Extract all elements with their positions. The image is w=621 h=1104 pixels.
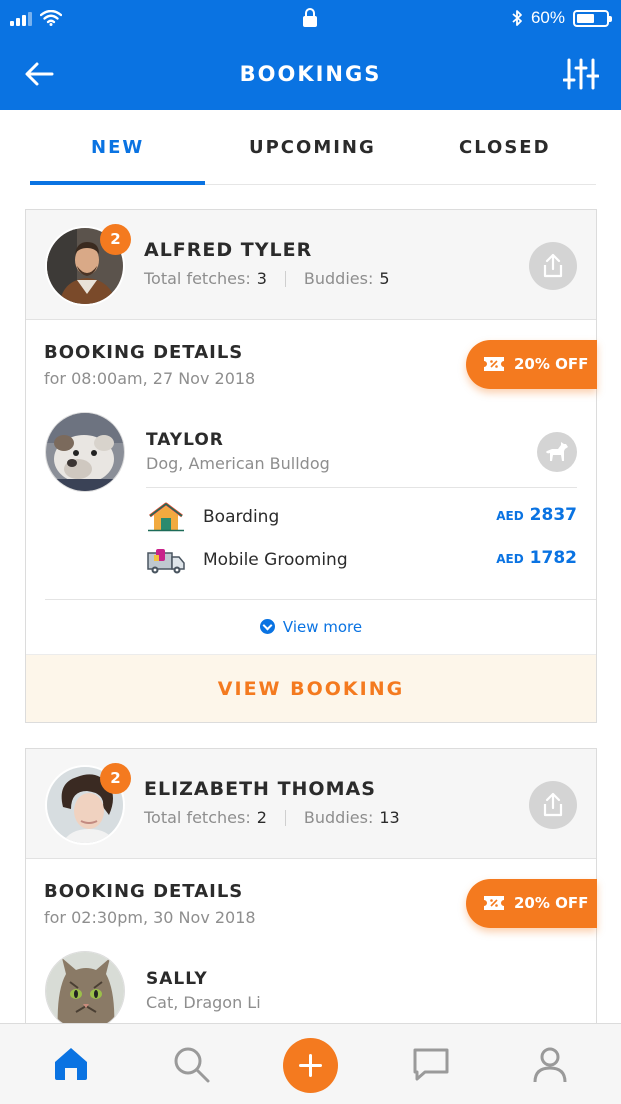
bluetooth-icon: [512, 10, 522, 26]
battery-percent: 60%: [530, 8, 565, 27]
booking-date: for 02:30pm, 30 Nov 2018: [44, 908, 256, 927]
tab-closed[interactable]: CLOSED: [459, 137, 551, 158]
view-booking-button[interactable]: VIEW BOOKING: [26, 654, 596, 722]
buddies-label: Buddies:: [303, 808, 374, 827]
fetches-count: 2: [256, 808, 267, 827]
fetches-count: 3: [256, 269, 267, 288]
buddies-count: 13: [379, 808, 400, 827]
currency-label: AED: [496, 552, 524, 566]
buddies-label: Buddies:: [303, 269, 374, 288]
pet-avatar[interactable]: [45, 412, 125, 492]
header: BOOKINGS: [0, 38, 621, 110]
pet-avatar[interactable]: [45, 951, 125, 1031]
share-button[interactable]: [529, 781, 577, 829]
wifi-icon: [40, 10, 62, 26]
notification-badge: 2: [100, 224, 131, 255]
chevron-down-icon: [259, 619, 275, 634]
price-value: 2837: [529, 505, 577, 525]
owner-name: ELIZABETH THOMAS: [144, 778, 376, 800]
search-icon[interactable]: [171, 1044, 211, 1084]
pet-breed: Dog, American Bulldog: [146, 454, 330, 473]
page-title: BOOKINGS: [239, 62, 382, 86]
service-price: AED 1782: [496, 548, 577, 568]
share-icon: [543, 253, 563, 278]
booking-details-title: BOOKING DETAILS: [44, 342, 244, 363]
price-value: 1782: [529, 548, 577, 568]
service-name: Boarding: [203, 507, 280, 527]
card-divider: [45, 599, 596, 600]
discount-label: 20% OFF: [514, 894, 589, 912]
grooming-van-icon: [147, 549, 185, 574]
currency-label: AED: [496, 509, 524, 523]
coupon-icon: [484, 357, 504, 371]
owner-avatar-wrap[interactable]: 2: [45, 763, 131, 845]
share-icon: [543, 792, 563, 817]
status-left: [10, 10, 62, 26]
active-tab-indicator: [30, 181, 205, 185]
buddies-count: 5: [379, 269, 390, 288]
lock-icon: [303, 8, 317, 27]
signal-icon: [10, 11, 32, 26]
discount-tag: 20% OFF: [466, 340, 597, 389]
stats-divider: [284, 809, 286, 826]
battery-icon: [573, 9, 612, 27]
pet-breed: Cat, Dragon Li: [146, 993, 261, 1012]
add-icon[interactable]: [283, 1038, 338, 1093]
service-price: AED 2837: [496, 505, 577, 525]
owner-stats: Total fetches: 3 Buddies: 5: [144, 269, 390, 288]
profile-icon[interactable]: [530, 1044, 570, 1084]
fetches-label: Total fetches:: [144, 269, 251, 288]
discount-tag: 20% OFF: [466, 879, 597, 928]
owner-stats: Total fetches: 2 Buddies: 13: [144, 808, 400, 827]
discount-label: 20% OFF: [514, 355, 589, 373]
filter-sliders-icon[interactable]: [563, 56, 599, 92]
owner-name: ALFRED TYLER: [144, 239, 313, 261]
coupon-icon: [484, 896, 504, 910]
pet-name: SALLY: [146, 969, 208, 989]
dog-icon: [546, 442, 568, 461]
pet-type-badge: [537, 432, 577, 472]
stats-divider: [284, 270, 286, 287]
status-bar: 60%: [0, 0, 621, 38]
booking-date: for 08:00am, 27 Nov 2018: [44, 369, 256, 388]
fetches-label: Total fetches:: [144, 808, 251, 827]
booking-details-title: BOOKING DETAILS: [44, 881, 244, 902]
service-name: Mobile Grooming: [203, 550, 348, 570]
notification-badge: 2: [100, 763, 131, 794]
view-more-label: View more: [282, 618, 363, 636]
share-button[interactable]: [529, 242, 577, 290]
bottom-tab-bar: [0, 1023, 621, 1104]
chat-icon[interactable]: [411, 1044, 451, 1084]
status-right: 60%: [511, 8, 612, 28]
service-row: Mobile Grooming AED 1782: [146, 545, 577, 575]
tab-upcoming[interactable]: UPCOMING: [249, 137, 376, 158]
home-icon[interactable]: [51, 1044, 91, 1084]
tab-new[interactable]: NEW: [91, 137, 144, 158]
booking-tabs: NEW UPCOMING CLOSED: [30, 110, 596, 185]
service-row: Boarding AED 2837: [146, 502, 577, 532]
pet-name: TAYLOR: [146, 430, 224, 450]
view-more-link[interactable]: View more: [26, 618, 596, 636]
owner-avatar-wrap[interactable]: 2: [45, 224, 131, 306]
owner-header: 2 ELIZABETH THOMAS Total fetches: 2 Budd…: [26, 749, 596, 859]
owner-header: 2 ALFRED TYLER Total fetches: 3 Buddies:…: [26, 210, 596, 320]
house-icon: [148, 502, 184, 532]
booking-card: 2 ALFRED TYLER Total fetches: 3 Buddies:…: [25, 209, 597, 723]
pet-divider: [146, 487, 577, 488]
